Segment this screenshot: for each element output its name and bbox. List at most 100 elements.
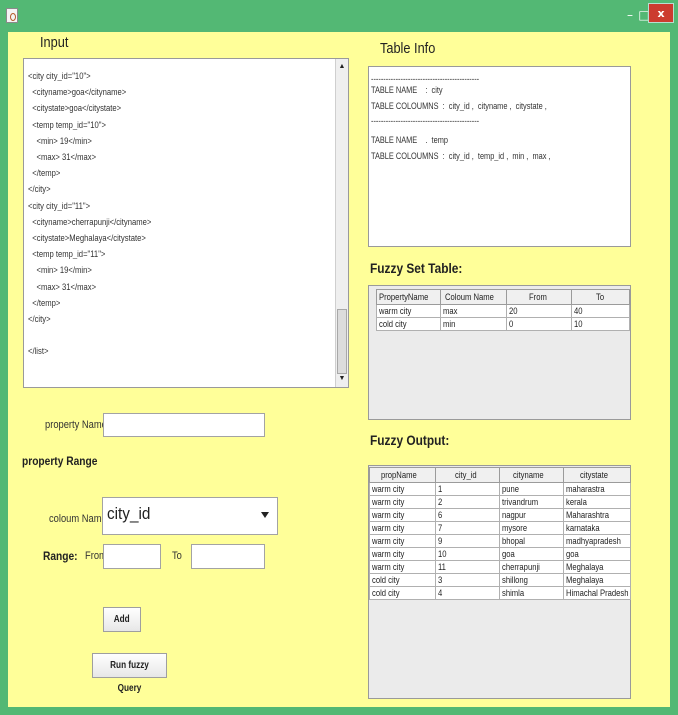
property-range-label: property Range <box>22 454 98 468</box>
table-cell[interactable]: mysore <box>499 521 564 535</box>
table-row[interactable]: cold city min 0 10 <box>376 317 630 331</box>
xml-line: <citystate>goa</citystate> <box>28 103 122 114</box>
title-bar[interactable]: – □ x <box>0 0 678 32</box>
table-cell[interactable]: Meghalaya <box>563 560 631 574</box>
table-cell[interactable]: 2 <box>435 495 500 509</box>
xml-line: <cityname>goa</cityname> <box>28 87 127 98</box>
scroll-thumb[interactable] <box>337 309 347 374</box>
table-row[interactable]: cold city 3 shillong Meghalaya <box>369 573 631 587</box>
table-cell[interactable]: cherrapunji <box>499 560 564 574</box>
fuzzy-output-container[interactable]: propName city_id cityname citystate warm ci… <box>368 465 631 699</box>
xml-line: </city> <box>28 314 51 324</box>
column-header[interactable]: citystate <box>563 467 631 483</box>
to-label: To <box>172 550 182 562</box>
table-row[interactable]: warm city 1 pune maharastra <box>369 482 631 496</box>
add-button[interactable]: Add <box>103 607 141 632</box>
column-header[interactable]: city_id <box>435 467 500 483</box>
table-cell[interactable]: trivandrum <box>499 495 564 509</box>
table-cell[interactable]: kerala <box>563 495 631 509</box>
close-button[interactable]: x <box>648 3 674 23</box>
table-cell[interactable]: goa <box>563 547 631 561</box>
column-header[interactable]: To <box>571 289 630 305</box>
table-cell[interactable]: min <box>440 317 507 331</box>
table-cell[interactable]: 0 <box>506 317 572 331</box>
xml-input-scrollbar[interactable]: ▲ ▼ <box>335 59 348 387</box>
minimize-button[interactable]: – <box>624 8 636 22</box>
table-row[interactable]: warm city max 20 40 <box>376 304 630 318</box>
property-name-input[interactable] <box>103 413 265 437</box>
fuzzy-set-table-title: Fuzzy Set Table: <box>370 260 463 276</box>
table-cell[interactable]: 10 <box>435 547 500 561</box>
table-cell[interactable]: warm city <box>369 482 436 496</box>
input-title: Input <box>40 34 69 51</box>
scroll-down-arrow-icon[interactable]: ▼ <box>336 372 348 386</box>
table-cell[interactable]: shimla <box>499 586 564 600</box>
column-header[interactable]: Coloum Name <box>440 289 507 305</box>
table-row[interactable]: cold city 4 shimla Himachal Pradesh <box>369 586 631 600</box>
table-info-line: TABLE NAME . temp <box>371 135 448 145</box>
run-fuzzy-query-button[interactable]: Run fuzzy Query <box>92 653 167 694</box>
table-cell[interactable]: pune <box>499 482 564 496</box>
property-name-label: property Name <box>45 419 107 431</box>
table-cell[interactable]: Maharashtra <box>563 508 631 522</box>
table-cell[interactable]: warm city <box>376 304 441 318</box>
table-row[interactable]: warm city 6 nagpur Maharashtra <box>369 508 631 522</box>
table-cell[interactable]: 20 <box>506 304 572 318</box>
table-info-area[interactable]: ----------------------------------------… <box>368 66 631 247</box>
table-row[interactable]: warm city 7 mysore karnataka <box>369 521 631 535</box>
column-header[interactable]: cityname <box>499 467 564 483</box>
fuzzy-set-table[interactable]: PropertyName Coloum Name From To warm city m… <box>376 289 630 331</box>
xml-input-area[interactable]: <city city_id="10"> <cityname>goa</cityn… <box>23 58 349 388</box>
table-cell[interactable]: warm city <box>369 495 436 509</box>
table-cell[interactable]: karnataka <box>563 521 631 535</box>
scroll-up-arrow-icon[interactable]: ▲ <box>336 60 348 74</box>
table-cell[interactable]: Meghalaya <box>563 573 631 587</box>
table-cell[interactable]: cold city <box>369 586 436 600</box>
table-info-line: TABLE NAME : city <box>371 85 443 95</box>
table-row[interactable]: warm city 11 cherrapunji Meghalaya <box>369 560 631 574</box>
table-cell[interactable]: 40 <box>571 304 630 318</box>
range-to-input[interactable] <box>191 544 265 569</box>
table-info-title: Table Info <box>380 40 436 57</box>
table-cell[interactable]: bhopal <box>499 534 564 548</box>
table-cell[interactable]: 9 <box>435 534 500 548</box>
table-cell[interactable]: 3 <box>435 573 500 587</box>
table-cell[interactable]: cold city <box>376 317 441 331</box>
table-cell[interactable]: 7 <box>435 521 500 535</box>
table-cell[interactable]: cold city <box>369 573 436 587</box>
table-row[interactable]: warm city 10 goa goa <box>369 547 631 561</box>
column-header[interactable]: From <box>506 289 572 305</box>
table-cell[interactable]: warm city <box>369 547 436 561</box>
column-header[interactable]: PropertyName <box>376 289 441 305</box>
table-cell[interactable]: warm city <box>369 560 436 574</box>
table-row[interactable]: warm city 9 bhopal madhyapradesh <box>369 534 631 548</box>
table-cell[interactable]: warm city <box>369 508 436 522</box>
column-header[interactable]: propName <box>369 467 436 483</box>
table-row[interactable]: warm city 2 trivandrum kerala <box>369 495 631 509</box>
chevron-down-icon[interactable] <box>261 512 269 518</box>
column-name-label: coloum Name <box>49 513 107 525</box>
range-from-input[interactable] <box>103 544 161 569</box>
table-cell[interactable]: warm city <box>369 534 436 548</box>
table-cell[interactable]: goa <box>499 547 564 561</box>
column-name-dropdown[interactable]: city_id <box>102 497 278 535</box>
fuzzy-output-table[interactable]: propName city_id cityname citystate warm ci… <box>369 467 631 600</box>
table-cell[interactable]: madhyapradesh <box>563 534 631 548</box>
table-cell[interactable]: 4 <box>435 586 500 600</box>
table-info-line: TABLE COLOUMNS : city_id , temp_id , min… <box>371 151 551 161</box>
table-cell[interactable]: 11 <box>435 560 500 574</box>
table-cell[interactable]: Himachal Pradesh <box>563 586 631 600</box>
table-cell[interactable]: 6 <box>435 508 500 522</box>
table-cell[interactable]: 10 <box>571 317 630 331</box>
fuzzy-set-table-container[interactable]: PropertyName Coloum Name From To warm city m… <box>368 285 631 420</box>
table-cell[interactable]: 1 <box>435 482 500 496</box>
table-cell[interactable]: warm city <box>369 521 436 535</box>
table-cell[interactable]: shillong <box>499 573 564 587</box>
main-content: Input <city city_id="10"> <cityname>goa<… <box>8 32 670 707</box>
application-window: – □ x Input <city city_id="10"> <citynam… <box>0 0 678 715</box>
table-cell[interactable]: nagpur <box>499 508 564 522</box>
xml-line: <max> 31</max> <box>28 281 97 292</box>
table-cell[interactable]: maharastra <box>563 482 631 496</box>
xml-line: <min> 19</min> <box>28 265 92 276</box>
table-cell[interactable]: max <box>440 304 507 318</box>
